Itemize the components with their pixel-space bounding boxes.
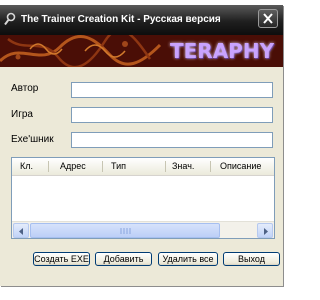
column-value[interactable]: Знач. xyxy=(172,158,194,175)
create-exe-button[interactable]: Создать EXE xyxy=(33,252,90,266)
column-description[interactable]: Описание xyxy=(220,158,261,175)
column-divider[interactable] xyxy=(165,161,166,172)
column-key[interactable]: Кл. xyxy=(20,158,33,175)
magnifier-icon xyxy=(4,11,16,26)
close-button[interactable] xyxy=(258,9,278,28)
window-title: The Trainer Creation Kit - Русская верси… xyxy=(21,14,221,25)
banner-title: TERAPHY xyxy=(170,39,275,63)
scroll-grip-icon xyxy=(120,228,131,234)
column-divider[interactable] xyxy=(210,161,211,172)
column-divider[interactable] xyxy=(48,161,49,172)
exit-button[interactable]: Выход xyxy=(223,252,280,266)
author-label: Автор xyxy=(11,83,39,94)
column-divider[interactable] xyxy=(102,161,103,172)
exe-input[interactable] xyxy=(71,132,273,148)
scroll-left-button[interactable] xyxy=(13,223,29,238)
arrow-right-icon xyxy=(264,228,268,235)
column-address[interactable]: Адрес xyxy=(60,158,86,175)
arrow-left-icon xyxy=(19,228,23,235)
title-bar[interactable]: The Trainer Creation Kit - Русская верси… xyxy=(0,5,283,36)
teraphy-banner: TERAPHY xyxy=(0,35,283,67)
horizontal-scrollbar[interactable] xyxy=(12,221,274,238)
exe-label: Exe'шник xyxy=(11,134,54,145)
author-input[interactable] xyxy=(71,82,273,98)
column-type[interactable]: Тип xyxy=(111,158,126,175)
game-label: Игра xyxy=(11,109,33,120)
main-window: The Trainer Creation Kit - Русская верси… xyxy=(0,5,283,286)
close-icon xyxy=(263,13,273,24)
list-header: Кл. Адрес Тип Знач. Описание xyxy=(12,158,274,176)
scroll-thumb[interactable] xyxy=(30,223,220,238)
add-button[interactable]: Добавить xyxy=(95,252,152,266)
cheats-list[interactable]: Кл. Адрес Тип Знач. Описание xyxy=(11,157,275,239)
delete-all-button[interactable]: Удалить все xyxy=(158,252,218,266)
scroll-right-button[interactable] xyxy=(257,223,273,238)
game-input[interactable] xyxy=(71,107,273,123)
